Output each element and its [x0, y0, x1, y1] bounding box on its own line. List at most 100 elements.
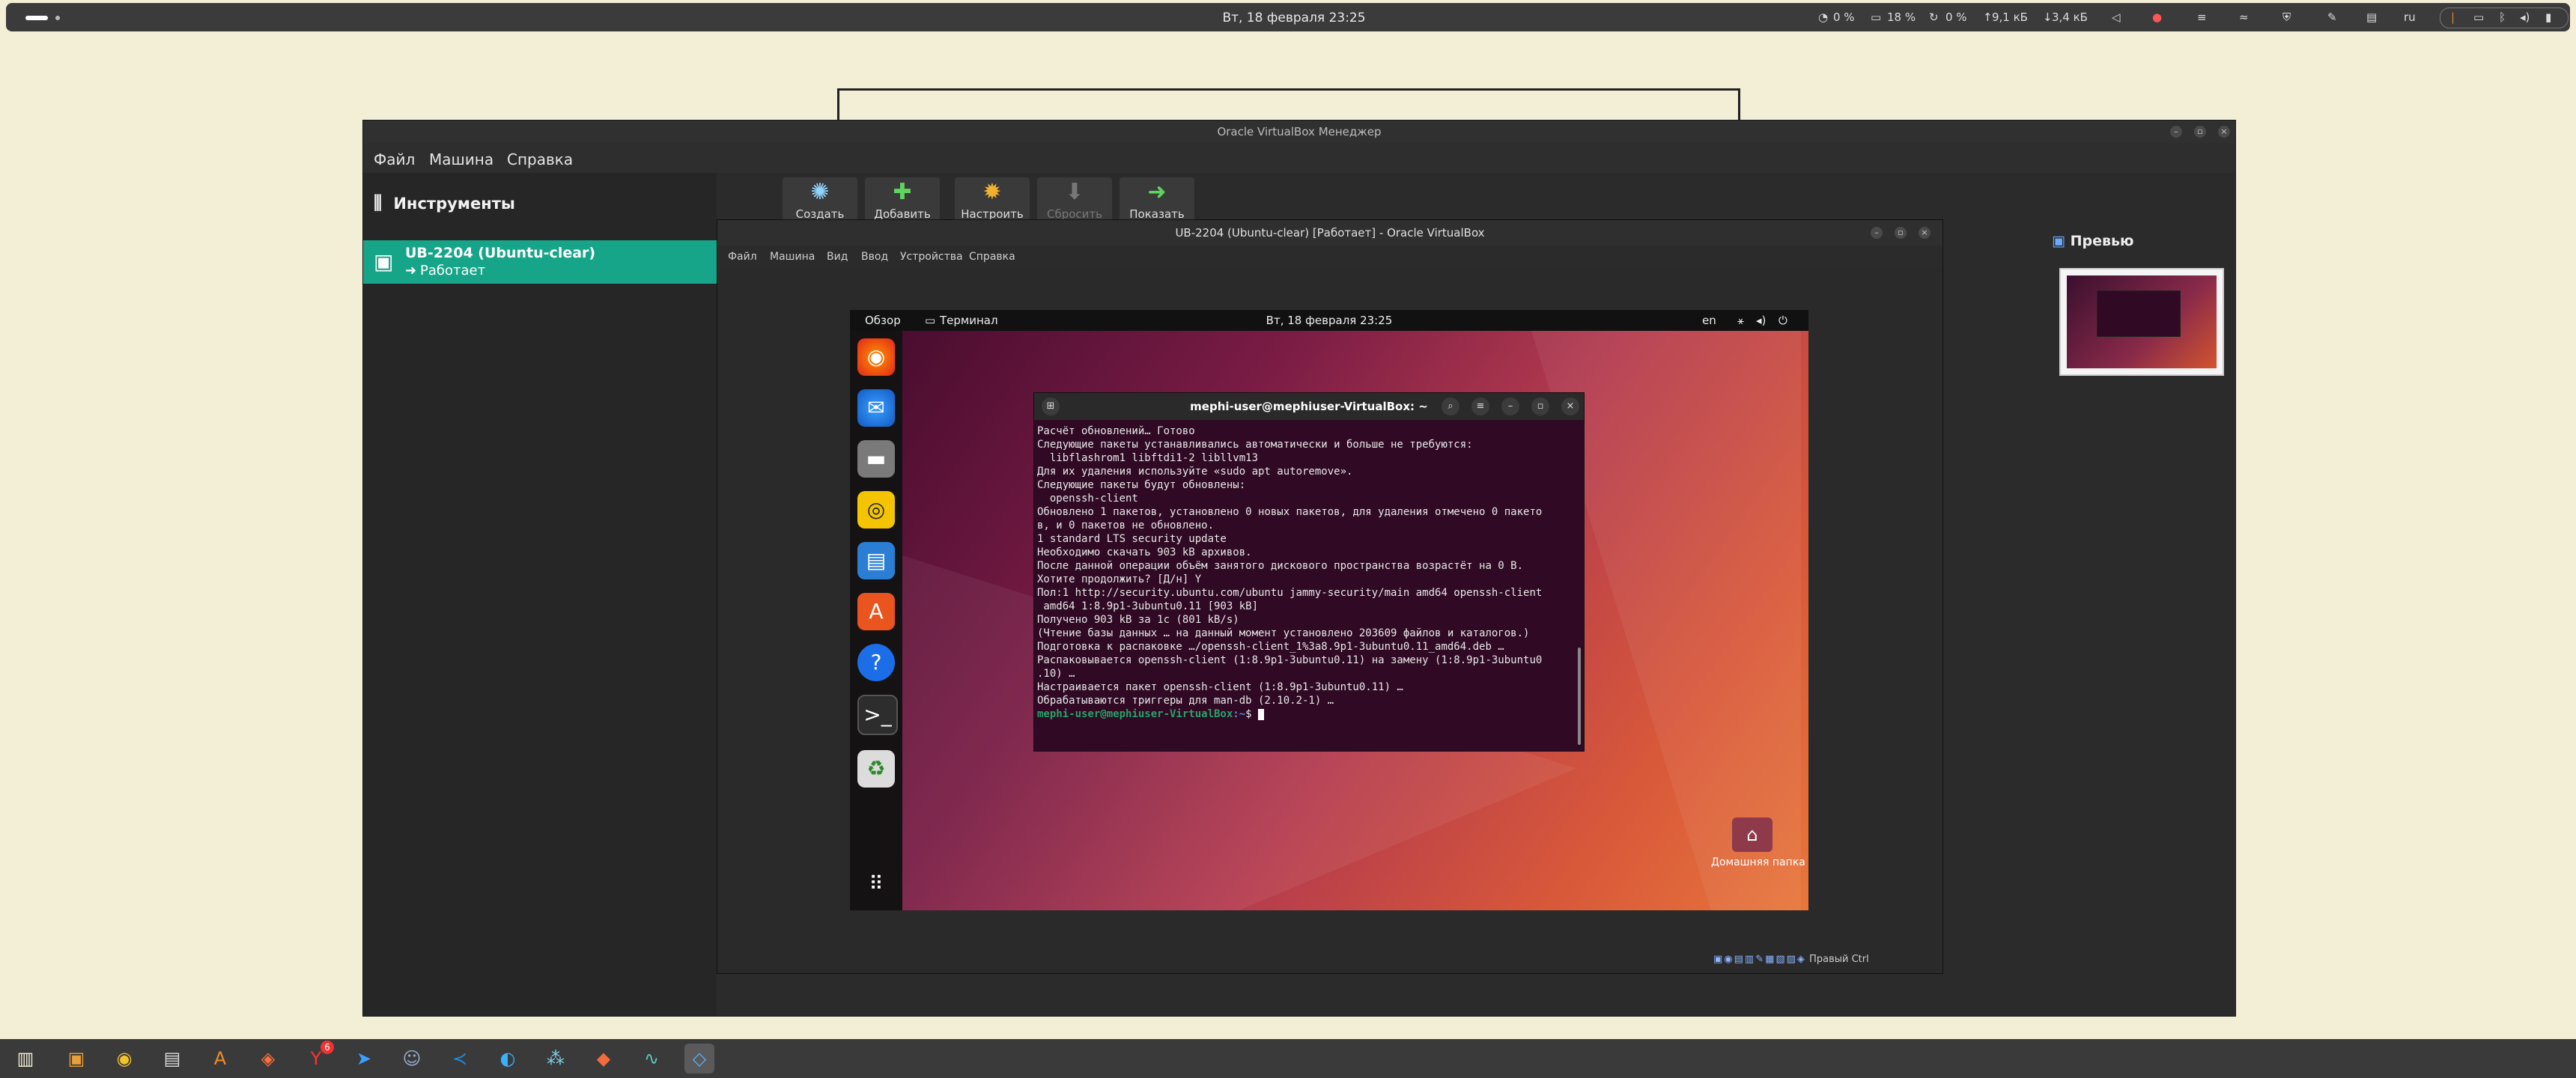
text-editor-icon[interactable]: ▤: [157, 1044, 187, 1074]
thunderbird-icon[interactable]: ✉: [857, 389, 895, 427]
vm-list-item[interactable]: ▣ UB-2204 (Ubuntu-clear) ➜ Работает: [363, 240, 717, 284]
home-folder-desktop-icon[interactable]: ⌂ Домашняя папка: [1711, 817, 1805, 871]
vm-menu-file[interactable]: Файл: [728, 251, 757, 263]
status-device-icons[interactable]: ▣◉▤▥✎▦▧▨◈: [1713, 954, 1806, 965]
vm-state: Работает: [420, 263, 486, 278]
power-icon[interactable]: ⏻: [1778, 314, 1787, 327]
software-center-icon[interactable]: A: [857, 593, 895, 630]
new-vm-button[interactable]: ✺ Создать: [783, 177, 857, 224]
minimize-icon[interactable]: –: [2170, 126, 2182, 138]
maximize-icon[interactable]: ▫: [1895, 227, 1907, 239]
vm-preview: [2059, 268, 2224, 376]
menu-file[interactable]: Файл: [374, 150, 415, 168]
toolbox-icon[interactable]: ▣: [61, 1044, 91, 1074]
terminal-prompt[interactable]: mephi-user@mephiuser-VirtualBox:~$: [1037, 707, 1576, 721]
virtualbox-taskbar-icon[interactable]: ◇: [684, 1044, 714, 1074]
swap-icon: ↻: [1929, 10, 1939, 24]
shield-tray-icon[interactable]: ⛨: [2282, 10, 2291, 24]
discard-button[interactable]: ⬇ Сбросить: [1037, 177, 1112, 224]
terminal-line: Расчёт обновлений… Готово: [1037, 425, 1195, 437]
maximize-icon[interactable]: ▫: [1531, 398, 1549, 415]
writer-icon[interactable]: ▤: [857, 542, 895, 579]
add-vm-button[interactable]: ✚ Добавить: [865, 177, 940, 224]
terminal-line: openssh-client: [1037, 493, 1138, 505]
terminal-line: Получено 903 kB за 1c (801 kB/s): [1037, 614, 1239, 626]
new-tab-icon[interactable]: ⊞: [1042, 398, 1060, 415]
net-download[interactable]: 3,4 кБ: [2052, 10, 2088, 24]
steam-icon[interactable]: ◐: [493, 1044, 523, 1074]
volume-icon[interactable]: ◂): [1756, 314, 1766, 327]
chat-app-icon[interactable]: ☺: [397, 1044, 427, 1074]
terminal-window[interactable]: mephi-user@mephiuser-VirtualBox: ~ ⊞ ⌕ ≡…: [1033, 392, 1585, 752]
preview-terminal: [2097, 290, 2181, 337]
terminal-line: Необходимо скачать 903 kB архивов.: [1037, 546, 1252, 558]
terminal-line: Подготовка к распаковке …/openssh-client…: [1037, 641, 1504, 653]
yandex-tray-icon[interactable]: ●: [2152, 10, 2162, 24]
notes-tray-icon[interactable]: ≡: [2197, 10, 2207, 24]
running-arrow-icon: ➜: [405, 263, 417, 278]
volume-tray-icon[interactable]: ◁: [2112, 10, 2121, 24]
trash-icon[interactable]: ♻: [857, 750, 895, 788]
machine-list-pane: [363, 173, 717, 1016]
close-icon[interactable]: ×: [2218, 126, 2230, 138]
close-icon[interactable]: ×: [1919, 227, 1931, 239]
vm-menu-help[interactable]: Справка: [969, 251, 1015, 263]
close-icon[interactable]: ×: [1561, 398, 1579, 415]
firefox-icon[interactable]: ◉: [857, 338, 895, 376]
rhythmbox-icon[interactable]: ◎: [857, 491, 895, 529]
maximize-icon[interactable]: ▫: [2194, 126, 2206, 138]
terminal-line: Обрабатываются триггеры для man-db (2.10…: [1037, 695, 1334, 707]
cpu-usage[interactable]: 0 %: [1833, 10, 1855, 24]
ubuntu-vm-icon: ▣: [374, 249, 394, 274]
memory-usage[interactable]: 18 %: [1887, 10, 1916, 24]
vm-menu-input[interactable]: Ввод: [861, 251, 888, 263]
net-upload[interactable]: 9,1 кБ: [1992, 10, 2028, 24]
home-folder-icon: ⌂: [1732, 817, 1772, 852]
yandex-browser-icon[interactable]: Y 6: [301, 1041, 334, 1074]
show-apps-icon[interactable]: ⠿: [857, 865, 895, 903]
hamburger-menu-icon[interactable]: ≡: [1471, 398, 1489, 415]
tools-label: Инструменты: [393, 195, 515, 213]
network-icon[interactable]: ⚹: [1737, 314, 1744, 327]
vscode-icon[interactable]: ≺: [445, 1044, 475, 1074]
download-icon: ↓: [2043, 10, 2053, 24]
guest-keyboard-layout[interactable]: en: [1702, 314, 1716, 327]
terminal-icon[interactable]: >_: [857, 695, 898, 735]
window-title: Oracle VirtualBox Менеджер: [363, 121, 2235, 143]
firefox-taskbar-icon[interactable]: ◈: [253, 1044, 283, 1074]
telegram-icon[interactable]: ➤: [349, 1044, 379, 1074]
files-icon[interactable]: ▬: [857, 440, 895, 478]
menu-machine[interactable]: Машина: [429, 150, 493, 168]
tools-item[interactable]: ⫼ Инструменты: [374, 192, 515, 222]
file-manager-icon[interactable]: ◉: [109, 1044, 139, 1074]
picker-tray-icon[interactable]: ✎: [2327, 10, 2337, 24]
minimize-icon[interactable]: –: [1501, 398, 1519, 415]
swap-usage[interactable]: 0 %: [1945, 10, 1967, 24]
system-monitor-icon[interactable]: ∿: [637, 1044, 666, 1074]
search-icon[interactable]: ⌕: [1442, 398, 1459, 415]
panel-clock[interactable]: Вт, 18 февраля 23:25: [6, 10, 2576, 25]
upload-icon: ↑: [1983, 10, 1993, 24]
bubbles-app-icon[interactable]: ⁂: [541, 1044, 571, 1074]
guest-clock[interactable]: Вт, 18 февраля 23:25: [850, 314, 1808, 327]
terminal-line: Настраивается пакет openssh-client (1:8.…: [1037, 681, 1403, 693]
monitor-icon: ▣: [2052, 233, 2065, 249]
minimize-icon[interactable]: –: [1871, 227, 1883, 239]
system-status-pill[interactable]: | ▭ ᛒ ◂) ▮: [2440, 7, 2569, 28]
keyboard-layout[interactable]: ru: [2404, 10, 2416, 24]
alacritty-icon[interactable]: A: [205, 1044, 235, 1074]
help-icon[interactable]: ?: [857, 644, 895, 681]
vm-menu-view[interactable]: Вид: [827, 251, 848, 263]
settings-button[interactable]: ✹ Настроить: [955, 177, 1030, 224]
blocks-app-icon[interactable]: ◆: [589, 1044, 619, 1074]
prompt-user: mephi-user@mephiuser-VirtualBox: [1037, 708, 1233, 720]
app-tray-icon[interactable]: ≈: [2239, 10, 2249, 24]
terminal-scrollbar[interactable]: [1578, 648, 1581, 745]
menu-help[interactable]: Справка: [507, 150, 573, 168]
vm-menu-devices[interactable]: Устройства: [900, 251, 963, 263]
app-grid-icon[interactable]: ▥: [10, 1044, 40, 1074]
terminal-output[interactable]: Расчёт обновлений… Готово Следующие пакет…: [1037, 424, 1576, 746]
vm-menu-machine[interactable]: Машина: [770, 251, 815, 263]
clipboard-tray-icon[interactable]: ▤: [2366, 10, 2377, 24]
show-button[interactable]: ➜ Показать: [1120, 177, 1194, 224]
